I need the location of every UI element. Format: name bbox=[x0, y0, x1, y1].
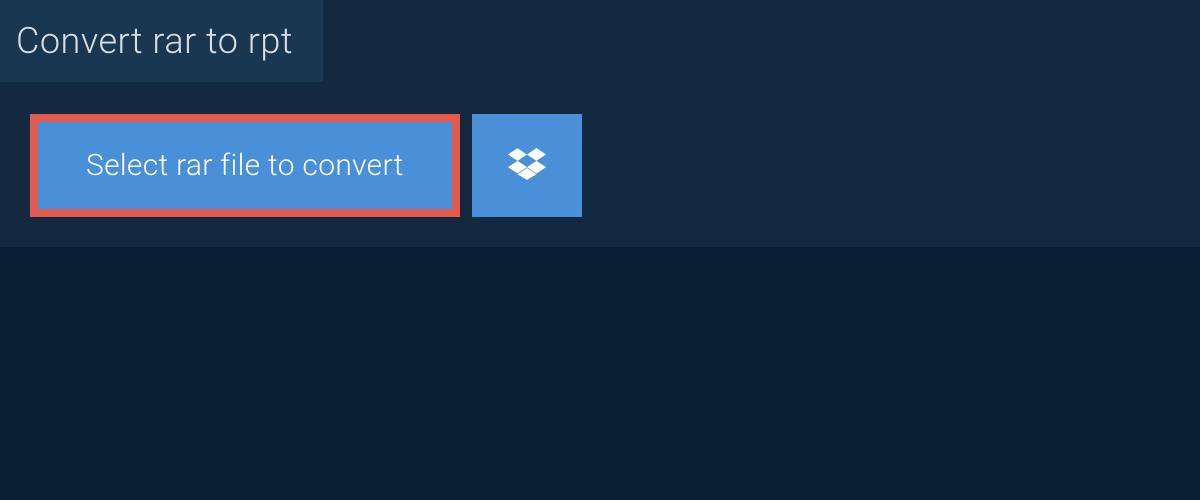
select-file-button[interactable]: Select rar file to convert bbox=[30, 114, 460, 217]
header-tab: Convert rar to rpt bbox=[0, 0, 323, 82]
converter-panel: Convert rar to rpt Select rar file to co… bbox=[0, 0, 1200, 247]
action-row: Select rar file to convert bbox=[30, 114, 1200, 217]
page-title: Convert rar to rpt bbox=[16, 20, 293, 62]
dropbox-icon bbox=[508, 145, 546, 186]
dropbox-button[interactable] bbox=[472, 114, 582, 217]
